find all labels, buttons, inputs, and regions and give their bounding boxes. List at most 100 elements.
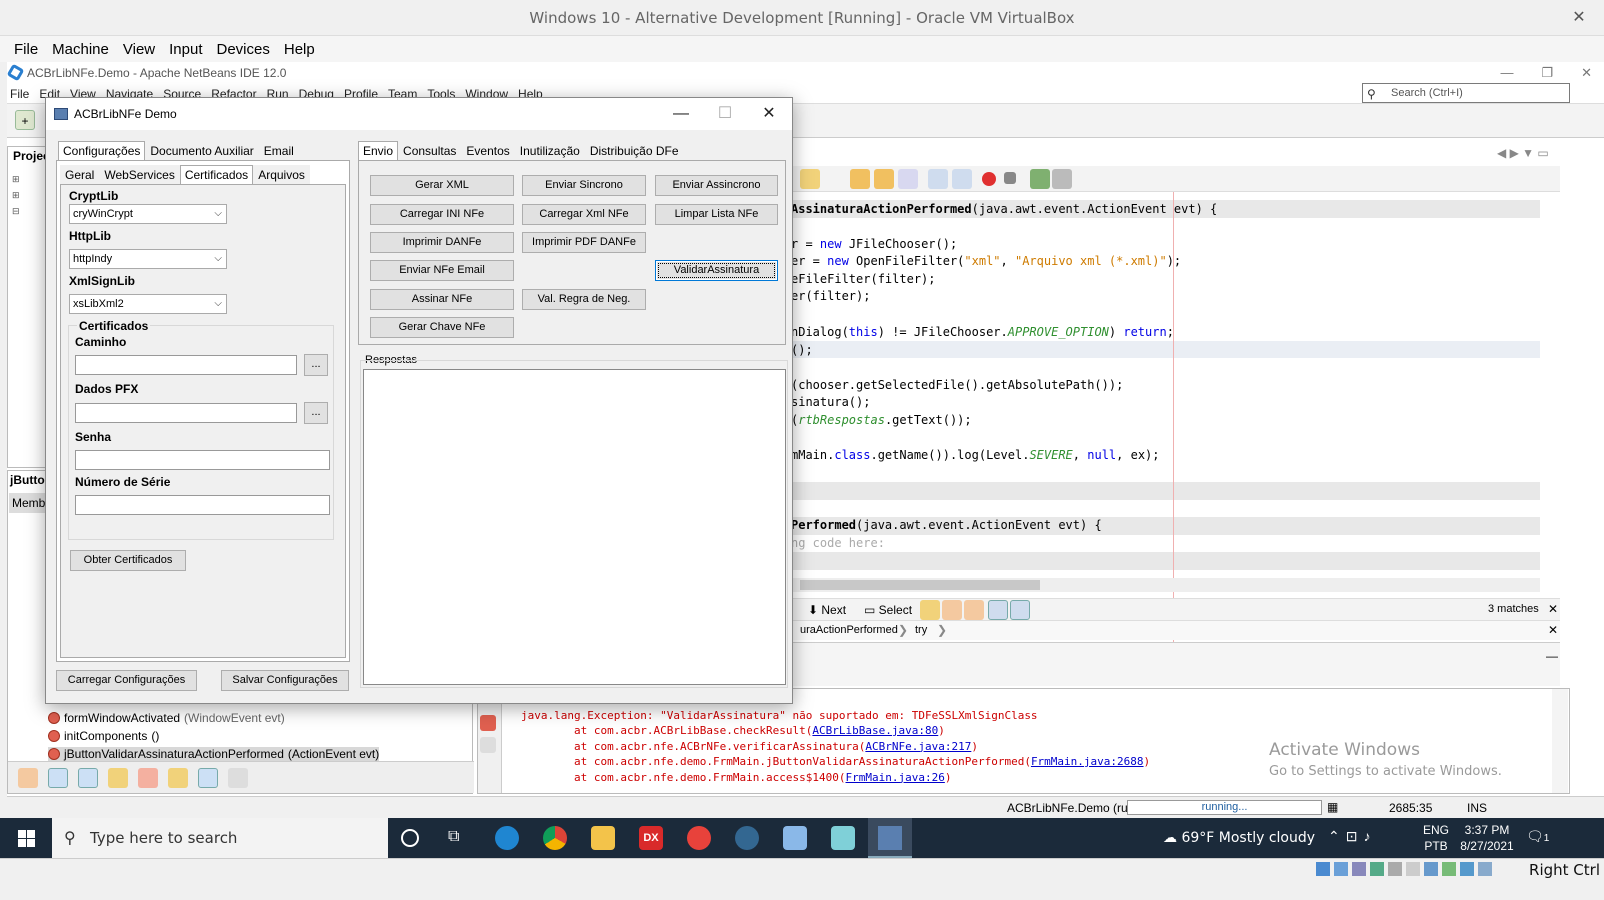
tab-documento-auxiliar[interactable]: Documento Auxiliar <box>145 141 259 160</box>
settings-icon[interactable] <box>480 737 496 753</box>
chrome-icon[interactable] <box>543 826 567 850</box>
vbox-menu-devices[interactable]: Devices <box>217 41 270 58</box>
maximize-button[interactable]: ☐ <box>702 98 748 130</box>
clock[interactable]: 3:37 PM 8/27/2021 <box>1456 822 1518 854</box>
tab-email[interactable]: Email <box>258 141 299 160</box>
numero-serie-field[interactable] <box>75 495 330 515</box>
postgresql-icon[interactable] <box>735 826 759 850</box>
navigator-item-selected[interactable]: jButtonValidarAssinaturaActionPerformed(… <box>48 747 380 761</box>
find-select-button[interactable]: ▭ Select <box>864 603 912 617</box>
caminho-field[interactable] <box>75 355 297 375</box>
sort-source-icon[interactable] <box>228 768 248 788</box>
breadcrumb-item[interactable]: uraActionPerformed <box>800 624 898 636</box>
shift-left-icon[interactable] <box>928 169 948 189</box>
assinar-button[interactable]: Assinar NFe <box>370 289 514 310</box>
app-icon[interactable] <box>687 826 711 850</box>
recording-icon[interactable] <box>1442 862 1456 876</box>
dados-pfx-field[interactable] <box>75 403 297 423</box>
status-project[interactable]: ACBrLibNFe.Demo (run) <box>1007 801 1138 815</box>
vbox-menu-machine[interactable]: Machine <box>52 41 109 58</box>
subtab-certificados[interactable]: Certificados <box>179 165 254 184</box>
minimize-icon[interactable]: — <box>1546 649 1558 663</box>
audio-icon[interactable] <box>1352 862 1366 876</box>
usb-icon[interactable] <box>1388 862 1402 876</box>
caminho-browse-button[interactable]: ... <box>304 354 328 376</box>
scroll-thumb[interactable] <box>800 580 1040 590</box>
imprimir-pdf-button[interactable]: Imprimir PDF DANFe <box>522 232 646 253</box>
whole-words-icon[interactable] <box>942 600 962 620</box>
val-regra-button[interactable]: Val. Regra de Neg. <box>522 289 646 310</box>
devexpress-icon[interactable]: DX <box>639 826 663 850</box>
tab-eventos[interactable]: Eventos <box>461 141 515 160</box>
app-icon[interactable] <box>831 826 855 850</box>
subtab-arquivos[interactable]: Arquivos <box>253 165 310 184</box>
stacktrace-link[interactable]: FrmMain.java:2688 <box>1031 755 1144 768</box>
maximize-icon[interactable]: ▭ <box>1537 146 1548 160</box>
record-macro-icon[interactable] <box>982 172 996 186</box>
tab-envio[interactable]: Envio <box>358 141 399 160</box>
close-icon[interactable]: ✕ <box>1548 623 1558 637</box>
start-button[interactable] <box>18 830 35 847</box>
sort-icon[interactable] <box>168 768 188 788</box>
shared-folder-icon[interactable] <box>1406 862 1420 876</box>
highlight-icon[interactable] <box>988 600 1008 620</box>
find-next-button[interactable]: ⬇ Next <box>808 603 846 617</box>
file-explorer-icon[interactable] <box>591 826 615 850</box>
carregar-configuracoes-button[interactable]: Carregar Configurações <box>56 670 197 691</box>
enviar-sincrono-button[interactable]: Enviar Sincrono <box>522 175 646 196</box>
hdd-icon[interactable] <box>1316 862 1330 876</box>
network-icon[interactable] <box>1370 862 1384 876</box>
minimize-button[interactable]: — <box>658 98 704 130</box>
fields-filter-icon[interactable] <box>48 768 68 788</box>
projects-tab[interactable]: Projec <box>10 147 50 165</box>
comment-icon[interactable] <box>1030 169 1050 189</box>
edge-icon[interactable] <box>495 826 519 850</box>
subtab-webservices[interactable]: WebServices <box>99 165 180 184</box>
scroll-left-icon[interactable]: ◀ <box>1497 146 1506 160</box>
netbeans-icon[interactable] <box>783 826 807 850</box>
notifications-icon[interactable]: 🗨1 <box>1526 828 1549 845</box>
limpar-lista-button[interactable]: Limpar Lista NFe <box>655 204 778 225</box>
navigator-tab[interactable]: jButto <box>10 473 45 487</box>
virtualbox-close-button[interactable]: ✕ <box>1564 0 1594 36</box>
match-case-icon[interactable] <box>920 600 940 620</box>
senha-field[interactable] <box>75 450 330 470</box>
next-bookmark-icon[interactable] <box>874 169 894 189</box>
shift-right-icon[interactable] <box>952 169 972 189</box>
salvar-configuracoes-button[interactable]: Salvar Configurações <box>221 670 349 691</box>
breadcrumb-item[interactable]: try <box>915 624 927 636</box>
close-button[interactable]: ✕ <box>746 98 792 130</box>
close-icon[interactable]: ✕ <box>1581 62 1592 84</box>
tab-consultas[interactable]: Consultas <box>398 141 462 160</box>
vbox-menu-input[interactable]: Input <box>169 41 202 58</box>
acbr-demo-taskbar-button[interactable] <box>868 818 912 858</box>
optical-icon[interactable] <box>1334 862 1348 876</box>
stop-icon[interactable] <box>480 715 496 731</box>
validar-assinatura-button[interactable]: ValidarAssinatura <box>655 260 778 281</box>
lock-icon[interactable] <box>108 768 128 788</box>
cortana-icon[interactable] <box>401 829 419 847</box>
weather-widget[interactable]: ☁ 69°F Mostly cloudy <box>1163 830 1315 846</box>
minimize-icon[interactable]: — <box>1500 62 1513 84</box>
httplib-select[interactable]: httpIndy ⌵ <box>69 249 227 269</box>
navigator-item[interactable]: formWindowActivated (WindowEvent evt) <box>48 711 285 725</box>
stacktrace-link[interactable]: ACBrNFe.java:217 <box>865 740 971 753</box>
static-filter-icon[interactable] <box>78 768 98 788</box>
stop-macro-icon[interactable] <box>1004 172 1016 184</box>
toggle-bookmark-icon[interactable] <box>898 169 918 189</box>
imprimir-danfe-button[interactable]: Imprimir DANFe <box>370 232 514 253</box>
filter-icon[interactable] <box>18 768 38 788</box>
uncomment-icon[interactable] <box>1052 169 1072 189</box>
xmlsignlib-select[interactable]: xsLibXml2 ⌵ <box>69 294 227 314</box>
task-view-icon[interactable]: ⧉ <box>448 828 459 846</box>
search-icon[interactable] <box>800 169 820 189</box>
mouse-icon[interactable] <box>1478 862 1492 876</box>
inherited-icon[interactable] <box>138 768 158 788</box>
tab-configuracoes[interactable]: Configurações <box>58 141 146 160</box>
regex-icon[interactable] <box>964 600 984 620</box>
stacktrace-link[interactable]: FrmMain.java:26 <box>846 771 945 784</box>
gerar-chave-button[interactable]: Gerar Chave NFe <box>370 317 514 338</box>
restore-icon[interactable]: ❐ <box>1541 62 1553 84</box>
gerar-xml-button[interactable]: Gerar XML <box>370 175 514 196</box>
bookmark-icon[interactable] <box>850 169 870 189</box>
